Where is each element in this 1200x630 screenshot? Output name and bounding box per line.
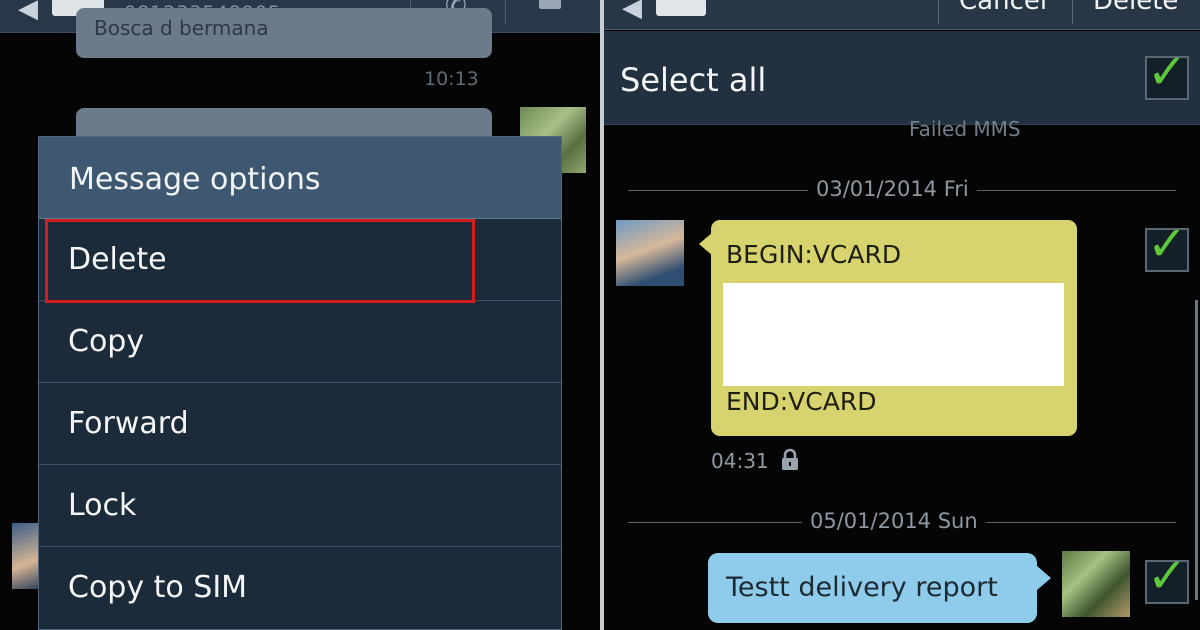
contact-avatar <box>616 220 684 286</box>
menu-item-label: Forward <box>68 406 189 441</box>
date-separator: 03/01/2014 Fri <box>808 177 977 201</box>
contact-photo <box>1062 551 1130 617</box>
menu-item-copy-to-sim[interactable]: Copy to SIM <box>39 548 561 629</box>
header-divider <box>1072 0 1073 24</box>
menu-item-copy[interactable]: Copy <box>39 302 561 383</box>
failed-mms-label: Failed MMS <box>909 117 1021 141</box>
select-all-bar[interactable]: Select all ✓ <box>604 31 1200 125</box>
delete-button[interactable]: Delete <box>1093 0 1178 16</box>
dialog-title: Message options <box>39 137 561 219</box>
scrollbar[interactable] <box>1195 300 1198 600</box>
checkmark-icon: ✓ <box>1147 44 1188 100</box>
cancel-button[interactable]: Cancel <box>959 0 1047 16</box>
message-options-dialog: Message options Delete Copy Forward Lock… <box>38 136 562 630</box>
bubble-tail <box>1037 566 1051 590</box>
message-checkbox[interactable]: ✓ <box>1145 216 1189 272</box>
menu-item-label: Copy <box>68 324 145 359</box>
message-time: 10:13 <box>424 68 479 90</box>
message-checkbox[interactable]: ✓ <box>1145 548 1189 604</box>
message-selection-screen: ◀ Cancel Delete Select all ✓ Failed MMS … <box>604 0 1200 630</box>
vcard-begin-line: BEGIN:VCARD <box>726 240 902 269</box>
delete-highlight-box <box>45 219 475 303</box>
menu-item-forward[interactable]: Forward <box>39 384 561 465</box>
more-menu-icon[interactable] <box>539 0 561 9</box>
dialog-title-text: Message options <box>69 162 321 197</box>
menu-item-label: Copy to SIM <box>68 570 248 605</box>
message-options-screen: ◀ 081233548905 ✆ Bosca d bermana 10:13 M… <box>0 0 600 630</box>
vcard-end-line: END:VCARD <box>726 387 877 416</box>
select-all-label: Select all <box>620 61 767 99</box>
message-text: Bosca d bermana <box>94 16 269 40</box>
back-arrow-icon[interactable]: ◀ <box>18 0 38 24</box>
message-bubble[interactable]: Bosca d bermana <box>76 8 492 58</box>
selection-header: ◀ Cancel Delete <box>604 0 1200 30</box>
message-time: 04:31 <box>711 449 769 473</box>
date-separator: 05/01/2014 Sun <box>802 509 986 533</box>
header-divider <box>938 0 939 24</box>
back-arrow-icon[interactable]: ◀ <box>622 0 642 23</box>
message-text: Testt delivery report <box>726 572 998 603</box>
header-divider <box>505 0 506 24</box>
menu-item-label: Lock <box>68 488 137 523</box>
envelope-icon <box>656 0 706 16</box>
select-all-checkbox[interactable]: ✓ <box>1145 44 1189 100</box>
lock-icon <box>782 448 798 470</box>
checkmark-icon: ✓ <box>1147 216 1188 272</box>
menu-item-lock[interactable]: Lock <box>39 466 561 547</box>
redacted-area <box>723 283 1064 386</box>
checkmark-icon: ✓ <box>1147 548 1188 604</box>
